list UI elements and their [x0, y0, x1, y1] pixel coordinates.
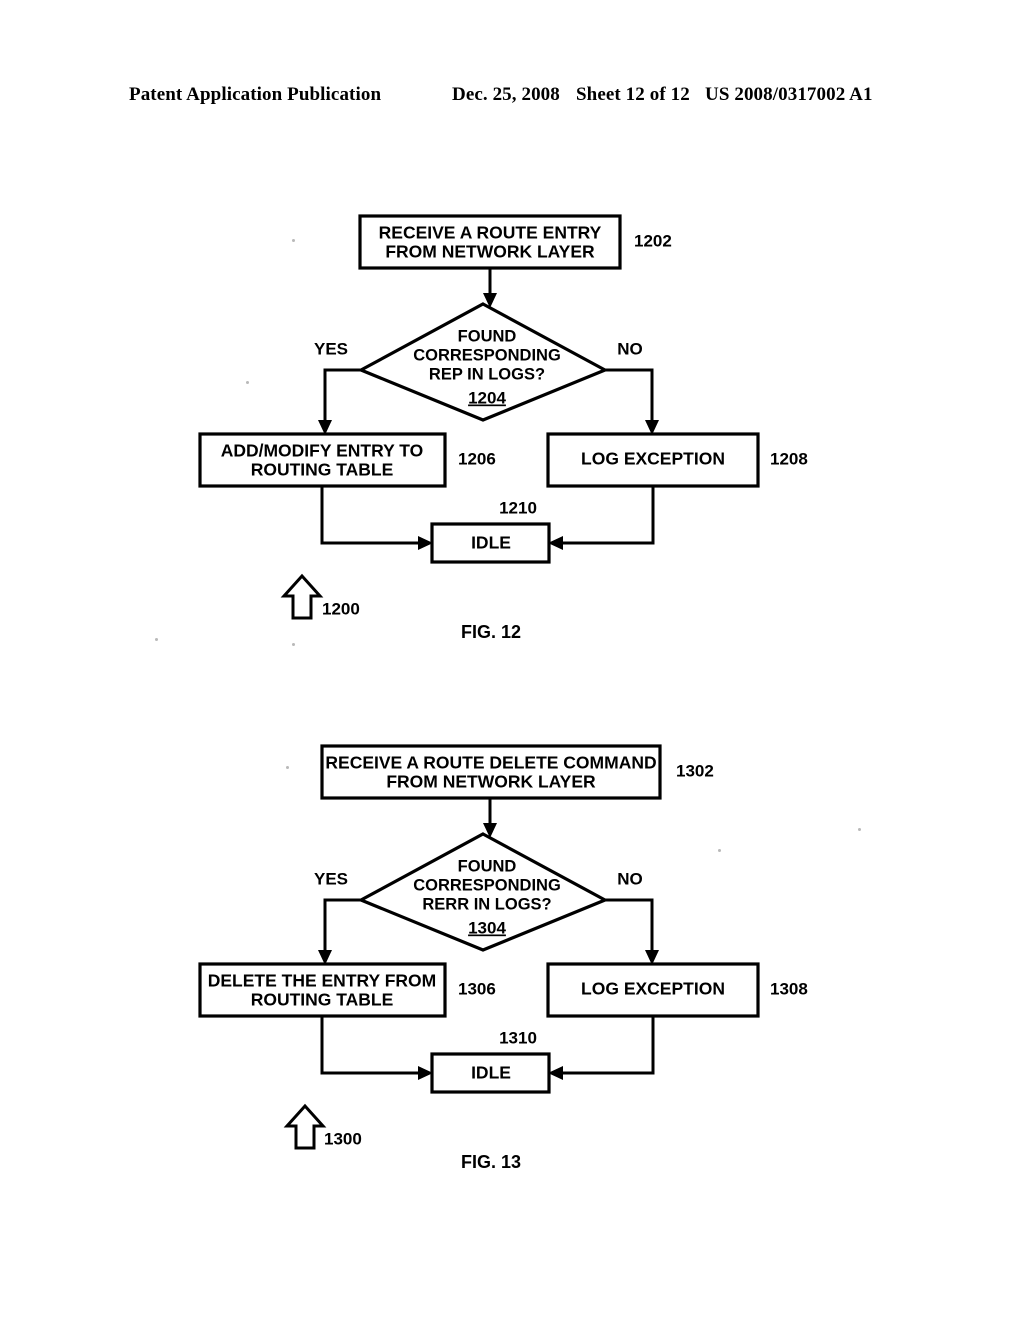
branch-label-yes: YES [314, 339, 348, 358]
ref-numeral-decision: 1204 [468, 388, 506, 407]
ref-numeral-diagram: 1200 [322, 599, 360, 618]
scan-speckle [858, 828, 861, 831]
process-box-idle-label: IDLE [471, 533, 511, 553]
process-box-idle-label: IDLE [471, 1063, 511, 1083]
scan-speckle [292, 643, 295, 646]
publication-date: Dec. 25, 2008 [452, 84, 560, 105]
process-box-yes-line1: DELETE THE ENTRY FROM [208, 971, 436, 991]
figure-13-diagram: RECEIVE A ROUTE DELETE COMMAND FROM NETW… [198, 744, 808, 1172]
figure-caption: FIG. 13 [461, 1152, 521, 1172]
connector-no-branch [605, 368, 654, 424]
ref-numeral-start: 1202 [634, 231, 672, 250]
sheet-number: Sheet 12 of 12 [576, 84, 690, 105]
process-box-start-line2: FROM NETWORK LAYER [385, 242, 595, 262]
process-box-start-line2: FROM NETWORK LAYER [386, 772, 596, 792]
connector-no-to-idle [558, 486, 655, 545]
connector-yes-branch [323, 898, 361, 954]
patent-number: US 2008/0317002 A1 [705, 84, 873, 105]
ref-numeral-no: 1308 [770, 979, 808, 998]
figure-12-diagram: RECEIVE A ROUTE ENTRY FROM NETWORK LAYER… [198, 214, 808, 642]
branch-label-no: NO [617, 869, 643, 888]
ref-numeral-diagram: 1300 [324, 1129, 362, 1148]
branch-label-no: NO [617, 339, 643, 358]
decision-line2: CORRESPONDING [413, 346, 561, 364]
ref-numeral-yes: 1206 [458, 449, 496, 468]
process-box-yes-line2: ROUTING TABLE [251, 460, 394, 480]
scan-speckle [155, 638, 158, 641]
process-box-no-line1: LOG EXCEPTION [581, 449, 725, 469]
branch-label-yes: YES [314, 869, 348, 888]
figure-12: RECEIVE A ROUTE ENTRY FROM NETWORK LAYER… [0, 190, 1024, 660]
process-box-start-line1: RECEIVE A ROUTE ENTRY [379, 223, 602, 243]
diagram-pointer-arrow-icon [283, 1103, 327, 1150]
connector-no-branch [605, 898, 654, 954]
ref-numeral-decision: 1304 [468, 918, 506, 937]
connector-no-to-idle [558, 1016, 655, 1075]
patent-page-header: Patent Application Publication Dec. 25, … [0, 84, 1024, 114]
scan-speckle [246, 381, 249, 384]
process-box-start-line1: RECEIVE A ROUTE DELETE COMMAND [325, 753, 656, 773]
scan-speckle [286, 766, 289, 769]
figure-13: RECEIVE A ROUTE DELETE COMMAND FROM NETW… [0, 720, 1024, 1190]
process-box-yes-line1: ADD/MODIFY ENTRY TO [221, 441, 424, 461]
ref-numeral-idle: 1210 [499, 498, 537, 517]
connector-yes-branch [323, 368, 361, 424]
ref-numeral-start: 1302 [676, 761, 714, 780]
decision-line3: REP IN LOGS? [429, 365, 545, 383]
process-box-yes-line2: ROUTING TABLE [251, 990, 394, 1010]
decision-line2: CORRESPONDING [413, 876, 561, 894]
ref-numeral-idle: 1310 [499, 1028, 537, 1047]
ref-numeral-no: 1208 [770, 449, 808, 468]
process-box-no-line1: LOG EXCEPTION [581, 979, 725, 999]
decision-line1: FOUND [458, 857, 517, 875]
decision-line3: RERR IN LOGS? [422, 895, 551, 913]
connector-yes-to-idle [320, 1016, 423, 1075]
ref-numeral-yes: 1306 [458, 979, 496, 998]
decision-line1: FOUND [458, 327, 517, 345]
diagram-pointer-arrow-icon [280, 573, 324, 620]
figure-caption: FIG. 12 [461, 622, 521, 642]
connector-yes-to-idle [320, 486, 423, 545]
scan-speckle [292, 239, 295, 242]
scan-speckle [718, 849, 721, 852]
publication-label: Patent Application Publication [129, 84, 382, 105]
